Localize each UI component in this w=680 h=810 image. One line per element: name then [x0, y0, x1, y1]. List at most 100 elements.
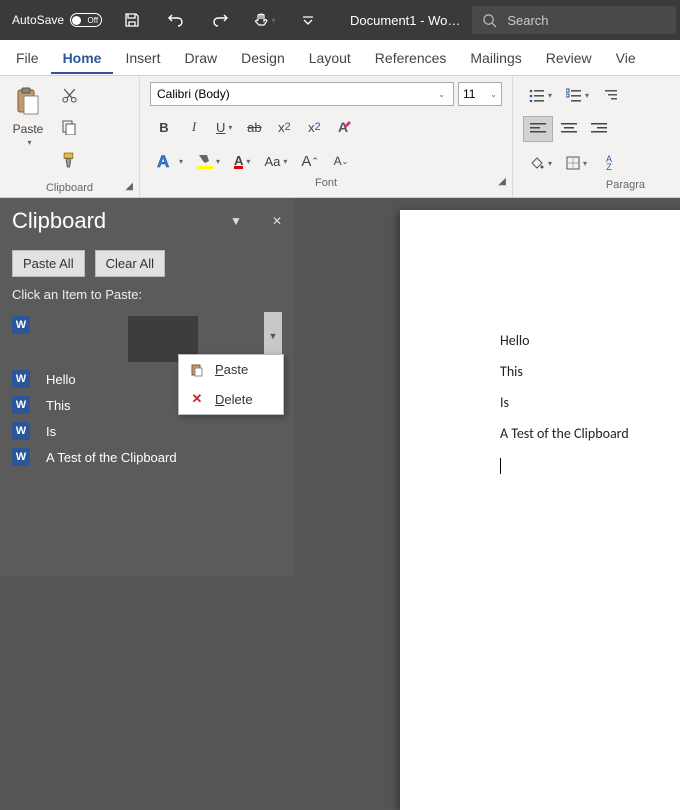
word-icon: W: [12, 316, 30, 334]
tab-file[interactable]: File: [4, 42, 51, 74]
bold-button[interactable]: B: [150, 114, 178, 140]
clipboard-item-text: Hello: [46, 372, 76, 387]
superscript-button[interactable]: x2: [300, 114, 328, 140]
context-paste[interactable]: Paste: [179, 355, 283, 384]
pane-options-button[interactable]: ▼: [230, 214, 242, 228]
tab-draw[interactable]: Draw: [172, 42, 229, 74]
tab-design[interactable]: Design: [229, 42, 297, 74]
font-size-value: 11: [463, 87, 475, 101]
highlight-button[interactable]: ▾: [191, 148, 226, 174]
word-icon: W: [12, 448, 30, 466]
doc-cursor-line[interactable]: [500, 456, 680, 474]
tab-references[interactable]: References: [363, 42, 459, 74]
pane-title: Clipboard: [12, 208, 106, 234]
doc-line[interactable]: This: [500, 363, 680, 380]
chevron-down-icon: ▾: [583, 159, 587, 168]
clipboard-item-text: A Test of the Clipboard: [46, 450, 177, 465]
chevron-down-icon: ⌄: [438, 90, 445, 99]
clear-all-button[interactable]: Clear All: [95, 250, 165, 277]
chevron-down-icon: ▾: [228, 123, 232, 132]
sort-button[interactable]: AZ: [595, 150, 623, 176]
styled-a-icon: A: [156, 152, 176, 170]
word-icon: W: [12, 396, 30, 414]
undo-button[interactable]: [154, 0, 198, 40]
strikethrough-button[interactable]: ab: [240, 114, 268, 140]
bullets-button[interactable]: ▾: [523, 82, 558, 108]
context-delete-label: Delete: [215, 392, 253, 407]
text-effects-button[interactable]: A: [330, 114, 360, 140]
font-name-select[interactable]: Calibri (Body) ⌄: [150, 82, 454, 106]
document-area[interactable]: Hello This Is A Test of the Clipboard: [294, 198, 680, 576]
word-icon: W: [12, 422, 30, 440]
text-style-button[interactable]: A ▾: [150, 148, 189, 174]
doc-line[interactable]: Hello: [500, 332, 680, 349]
tab-mailings[interactable]: Mailings: [458, 42, 533, 74]
context-delete[interactable]: ✕ Delete: [179, 384, 283, 414]
dialog-launcher-icon[interactable]: ◢: [125, 181, 133, 192]
tab-insert[interactable]: Insert: [113, 42, 172, 74]
align-center-button[interactable]: [555, 116, 583, 142]
paste-button[interactable]: Paste ▾: [6, 80, 50, 147]
cut-button[interactable]: [56, 84, 82, 106]
doc-line[interactable]: Is: [500, 394, 680, 411]
dialog-launcher-icon[interactable]: ◢: [498, 176, 506, 187]
align-right-button[interactable]: [585, 116, 613, 142]
underline-button[interactable]: U▾: [210, 114, 238, 140]
item-dropdown-button[interactable]: ▼: [264, 312, 282, 360]
group-paragraph: ▾ ▾: [513, 76, 653, 197]
quick-access-toolbar: ▾: [110, 0, 330, 40]
chevron-down-icon: ▾: [27, 138, 31, 147]
font-color-icon: A: [234, 154, 243, 169]
autosave-toggle[interactable]: AutoSave Off: [4, 13, 110, 27]
context-menu: Paste ✕ Delete: [178, 354, 284, 415]
document-title: Document1 - Wo…: [350, 13, 460, 28]
align-left-button[interactable]: [523, 116, 553, 142]
numbering-icon: [566, 88, 582, 102]
search-box[interactable]: Search: [472, 6, 676, 34]
page[interactable]: Hello This Is A Test of the Clipboard: [400, 210, 680, 810]
group-label-paragraph: Paragra: [519, 176, 647, 194]
redo-button[interactable]: [198, 0, 242, 40]
clipboard-item-text: This: [46, 398, 71, 413]
tab-view[interactable]: Vie: [604, 42, 648, 74]
chevron-down-icon: ▾: [216, 157, 220, 166]
chevron-down-icon: ▾: [283, 157, 287, 166]
font-color-button[interactable]: A ▾: [228, 148, 256, 174]
tab-review[interactable]: Review: [534, 42, 604, 74]
tab-home[interactable]: Home: [51, 42, 114, 74]
align-right-icon: [591, 123, 607, 135]
chevron-down-icon: ▾: [548, 159, 552, 168]
chevron-down-icon: ▾: [548, 91, 552, 100]
shading-button[interactable]: ▾: [523, 150, 558, 176]
tab-layout[interactable]: Layout: [297, 42, 363, 74]
shrink-font-button[interactable]: A⌄: [327, 148, 355, 174]
autosave-state: Off: [88, 16, 99, 25]
doc-line[interactable]: A Test of the Clipboard: [500, 425, 680, 442]
copy-button[interactable]: [56, 116, 82, 138]
paste-all-button[interactable]: Paste All: [12, 250, 85, 277]
copy-icon: [61, 119, 77, 135]
font-name-value: Calibri (Body): [157, 87, 230, 101]
chevron-down-icon: ▾: [179, 157, 183, 166]
numbering-button[interactable]: ▾: [560, 82, 595, 108]
clipboard-item[interactable]: W Is: [12, 418, 282, 444]
italic-button[interactable]: I: [180, 114, 208, 140]
chevron-down-icon: ▾: [585, 91, 589, 100]
pane-close-button[interactable]: ✕: [272, 214, 282, 228]
font-size-select[interactable]: 11 ⌄: [458, 82, 502, 106]
clipboard-item[interactable]: W A Test of the Clipboard: [12, 444, 282, 470]
customize-qat-button[interactable]: [286, 0, 330, 40]
pane-hint: Click an Item to Paste:: [12, 287, 282, 302]
subscript-button[interactable]: x2: [270, 114, 298, 140]
save-icon: [124, 12, 140, 28]
multilevel-icon: [603, 88, 619, 102]
undo-icon: [167, 11, 185, 29]
toggle-switch[interactable]: Off: [70, 13, 102, 27]
grow-font-button[interactable]: A⌃: [295, 148, 325, 174]
save-button[interactable]: [110, 0, 154, 40]
multilevel-button[interactable]: [597, 82, 625, 108]
change-case-button[interactable]: Aa▾: [258, 148, 293, 174]
format-painter-button[interactable]: [56, 148, 82, 170]
borders-button[interactable]: ▾: [560, 150, 593, 176]
touch-mode-button[interactable]: ▾: [242, 0, 286, 40]
